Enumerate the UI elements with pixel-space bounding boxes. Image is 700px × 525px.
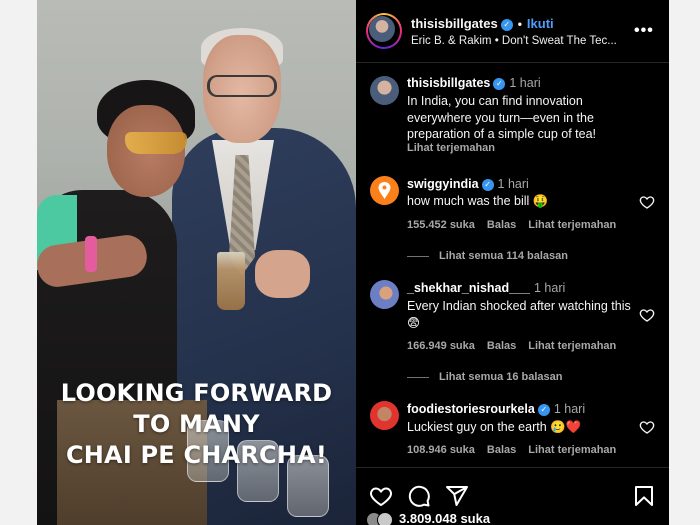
- translate-link[interactable]: Lihat terjemahan: [528, 340, 616, 352]
- comment-author: foodiestoriesrourkela ✓ 1 hari: [407, 402, 585, 416]
- photo-tea-cup: [217, 252, 245, 310]
- caption-line: LOOKING FORWARD: [60, 379, 333, 407]
- heart-icon[interactable]: [369, 484, 393, 508]
- page-backdrop-left: [0, 0, 37, 525]
- verified-badge-icon: ✓: [481, 178, 494, 191]
- caption-time[interactable]: 1 hari: [509, 76, 540, 90]
- author-username[interactable]: thisisbillgates: [411, 16, 498, 31]
- comment-text: Luckiest guy on the earth 🥲❤️: [407, 420, 582, 434]
- comment-time[interactable]: 1 hari: [498, 177, 529, 191]
- liker-avatar: [377, 511, 393, 525]
- post-likes-row: 3.809.048 suka: [366, 511, 490, 525]
- swiggy-logo-icon: [378, 182, 391, 199]
- caption-line: TO MANY: [133, 410, 260, 438]
- author-line: thisisbillgates ✓ • Ikuti: [411, 16, 554, 31]
- audio-track-link[interactable]: Eric B. & Rakim • Don't Sweat The Tec...: [411, 35, 631, 47]
- verified-badge-icon: ✓: [537, 403, 550, 416]
- comment-likes[interactable]: 155.452 suka: [407, 219, 475, 231]
- comments-list[interactable]: thisisbillgates ✓ 1 hari In India, you can…: [356, 64, 669, 467]
- like-comment-heart-icon[interactable]: [639, 419, 655, 435]
- translate-link[interactable]: Lihat terjemahan: [528, 219, 616, 231]
- photo-wristband: [85, 236, 97, 272]
- caption-translate-link[interactable]: Lihat terjemahan: [407, 142, 507, 154]
- photo-sunglasses: [125, 132, 187, 154]
- comment-meta: 155.452 suka Balas Lihat terjemahan: [407, 219, 628, 231]
- comment-meta: 108.946 suka Balas Lihat terjemahan: [407, 444, 628, 456]
- replies-line: [407, 376, 429, 378]
- reply-button[interactable]: Balas: [487, 219, 516, 231]
- avatar-image: [370, 401, 399, 430]
- comment-author: _shekhar_nishad___ 1 hari: [407, 281, 565, 295]
- author-avatar[interactable]: [366, 13, 402, 49]
- photo-hand: [255, 250, 310, 298]
- replies-line: [407, 255, 429, 257]
- photo-glasses: [207, 75, 277, 97]
- comment-text: Every Indian shocked after watching this…: [407, 299, 631, 330]
- avatar-image: [369, 16, 395, 42]
- post-detail-panel: thisisbillgates ✓ • Ikuti Eric B. & Rakim •…: [356, 0, 669, 525]
- commenter-avatar[interactable]: [370, 401, 399, 430]
- comment-time[interactable]: 1 hari: [554, 402, 585, 416]
- verified-badge-icon: ✓: [493, 77, 506, 90]
- translate-link[interactable]: Lihat terjemahan: [528, 444, 616, 456]
- avatar-image: [370, 280, 399, 309]
- commenter-avatar[interactable]: [370, 280, 399, 309]
- more-options-icon[interactable]: •••: [634, 22, 654, 40]
- view-replies-button[interactable]: Lihat semua 16 balasan: [407, 371, 563, 383]
- verified-badge-icon: ✓: [500, 18, 513, 31]
- like-comment-heart-icon[interactable]: [639, 194, 655, 210]
- comment-time[interactable]: 1 hari: [534, 281, 565, 295]
- caption-text: In India, you can find innovation everyw…: [407, 94, 597, 141]
- separator-dot: •: [517, 17, 522, 31]
- comment-username[interactable]: _shekhar_nishad___: [407, 281, 530, 295]
- comment-author: swiggyindia ✓ 1 hari: [407, 177, 529, 191]
- comment-meta: 166.949 suka Balas Lihat terjemahan: [407, 340, 628, 352]
- caption-author-avatar[interactable]: [370, 76, 399, 105]
- share-icon[interactable]: [445, 484, 469, 508]
- reply-button[interactable]: Balas: [487, 444, 516, 456]
- comment-username[interactable]: foodiestoriesrourkela: [407, 402, 535, 416]
- bookmark-icon[interactable]: [632, 484, 656, 508]
- caption-username[interactable]: thisisbillgates: [407, 76, 490, 90]
- post-header: thisisbillgates ✓ • Ikuti Eric B. & Rakim •…: [356, 0, 669, 63]
- caption-author: thisisbillgates ✓ 1 hari: [407, 76, 541, 90]
- comment-likes[interactable]: 166.949 suka: [407, 340, 475, 352]
- comment-icon[interactable]: [407, 484, 431, 508]
- commenter-avatar[interactable]: [370, 176, 399, 205]
- like-comment-heart-icon[interactable]: [639, 307, 655, 323]
- page-backdrop-right: [669, 0, 700, 525]
- reply-button[interactable]: Balas: [487, 340, 516, 352]
- follow-button[interactable]: Ikuti: [527, 16, 554, 31]
- comment-username[interactable]: swiggyindia: [407, 177, 479, 191]
- video-caption: LOOKING FORWARD TO MANY CHAI PE CHARCHA!: [37, 378, 356, 471]
- translate-link[interactable]: Lihat terjemahan: [407, 142, 495, 154]
- view-replies-label: Lihat semua 16 balasan: [439, 371, 563, 383]
- avatar-image: [370, 76, 399, 105]
- comment-likes[interactable]: 108.946 suka: [407, 444, 475, 456]
- view-replies-label: Lihat semua 114 balasan: [439, 250, 569, 262]
- view-replies-button[interactable]: Lihat semua 114 balasan: [407, 250, 568, 262]
- post-likes-count[interactable]: 3.809.048 suka: [399, 511, 490, 525]
- post-media[interactable]: LOOKING FORWARD TO MANY CHAI PE CHARCHA!: [37, 0, 356, 525]
- caption-line: CHAI PE CHARCHA!: [65, 441, 328, 469]
- comment-text: how much was the bill 🤑: [407, 194, 549, 208]
